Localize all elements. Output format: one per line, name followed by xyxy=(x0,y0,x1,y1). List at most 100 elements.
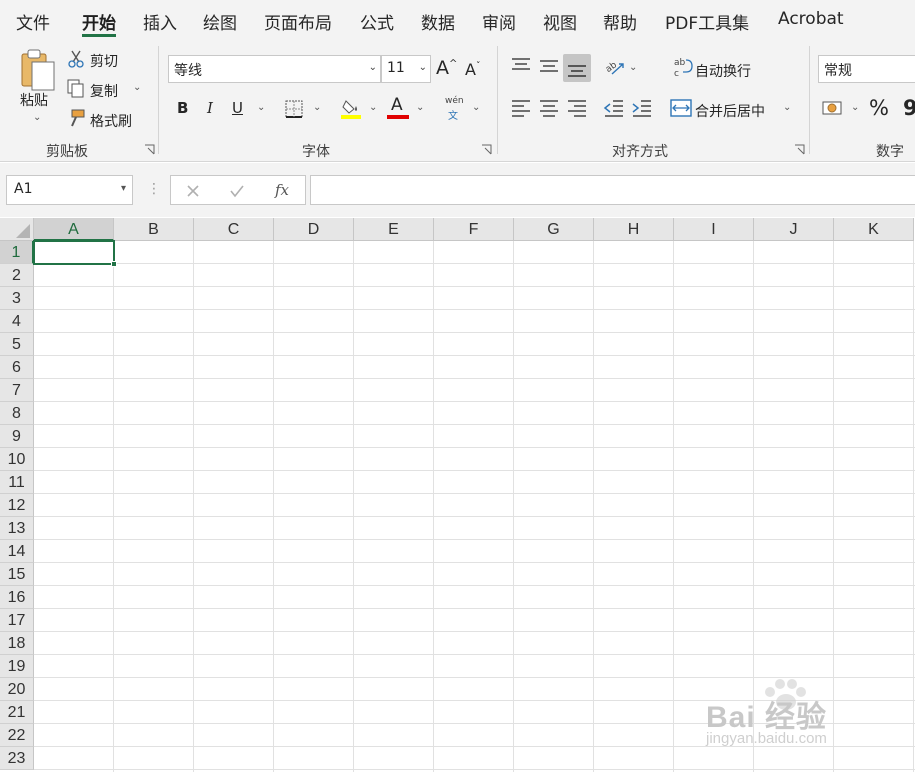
phonetic-chevron-down-icon[interactable]: ⌄ xyxy=(472,102,480,113)
underline-button[interactable]: U xyxy=(232,99,243,117)
row-header-12[interactable]: 12 xyxy=(0,494,34,517)
row-header-15[interactable]: 15 xyxy=(0,563,34,586)
row-header-9[interactable]: 9 xyxy=(0,425,34,448)
row-header-3[interactable]: 3 xyxy=(0,287,34,310)
paste-button[interactable] xyxy=(18,48,58,96)
increase-indent-icon[interactable] xyxy=(631,98,653,118)
tab-data[interactable]: 数据 xyxy=(421,9,455,34)
row-header-5[interactable]: 5 xyxy=(0,333,34,356)
font-color-button[interactable]: A xyxy=(391,95,403,115)
tab-acrobat[interactable]: Acrobat xyxy=(778,9,844,29)
column-header-g[interactable]: G xyxy=(514,218,594,241)
font-dialog-launcher-icon[interactable] xyxy=(481,144,492,155)
tab-file[interactable]: 文件 xyxy=(16,9,50,34)
column-header-c[interactable]: C xyxy=(194,218,274,241)
italic-button[interactable]: I xyxy=(207,99,213,117)
row-header-22[interactable]: 22 xyxy=(0,724,34,747)
tab-draw[interactable]: 绘图 xyxy=(203,9,237,34)
clipboard-dialog-launcher-icon[interactable] xyxy=(144,144,155,155)
row-header-17[interactable]: 17 xyxy=(0,609,34,632)
font-color-chevron-down-icon[interactable]: ⌄ xyxy=(416,102,424,113)
column-header-h[interactable]: H xyxy=(594,218,674,241)
paste-label[interactable]: 粘贴 xyxy=(20,90,48,110)
row-header-20[interactable]: 20 xyxy=(0,678,34,701)
middle-align-icon[interactable] xyxy=(538,56,560,76)
phonetic-guide-top[interactable]: wén xyxy=(445,96,464,106)
enter-check-icon[interactable] xyxy=(229,184,245,198)
phonetic-guide-bottom[interactable]: 文 xyxy=(448,107,458,122)
row-header-19[interactable]: 19 xyxy=(0,655,34,678)
row-header-6[interactable]: 6 xyxy=(0,356,34,379)
more-dots-icon[interactable]: ⋮ xyxy=(147,181,161,197)
align-right-icon[interactable] xyxy=(566,98,588,118)
fill-color-icon[interactable] xyxy=(340,96,362,120)
tab-formulas[interactable]: 公式 xyxy=(360,9,394,34)
tab-insert[interactable]: 插入 xyxy=(143,9,177,34)
wrap-text-button[interactable]: 自动换行 xyxy=(695,61,751,81)
copy-button[interactable]: 复制 xyxy=(90,81,118,101)
row-header-7[interactable]: 7 xyxy=(0,379,34,402)
row-header-14[interactable]: 14 xyxy=(0,540,34,563)
row-header-10[interactable]: 10 xyxy=(0,448,34,471)
column-header-k[interactable]: K xyxy=(834,218,914,241)
tab-help[interactable]: 帮助 xyxy=(603,9,637,34)
name-box[interactable]: A1 ▾ xyxy=(6,175,133,205)
accounting-chevron-down-icon[interactable]: ⌄ xyxy=(851,102,859,113)
wrap-text-icon[interactable]: ab c xyxy=(673,56,693,78)
paste-chevron-down-icon[interactable]: ⌄ xyxy=(33,112,41,123)
merge-chevron-down-icon[interactable]: ⌄ xyxy=(783,102,791,113)
top-align-icon[interactable] xyxy=(510,56,532,76)
row-header-18[interactable]: 18 xyxy=(0,632,34,655)
row-header-11[interactable]: 11 xyxy=(0,471,34,494)
number-format-combo[interactable]: 常规 xyxy=(818,55,915,83)
tab-home[interactable]: 开始 xyxy=(82,9,116,34)
accounting-format-icon[interactable] xyxy=(822,98,846,118)
cancel-icon[interactable] xyxy=(186,184,200,198)
borders-icon[interactable] xyxy=(284,99,304,119)
format-painter-button[interactable]: 格式刷 xyxy=(90,111,132,131)
align-left-icon[interactable] xyxy=(510,98,532,118)
bottom-align-button[interactable] xyxy=(563,54,591,82)
column-header-a[interactable]: A xyxy=(34,218,114,241)
column-header-j[interactable]: J xyxy=(754,218,834,241)
tab-pdf-tools[interactable]: PDF工具集 xyxy=(665,9,749,34)
cut-button[interactable]: 剪切 xyxy=(90,51,118,71)
align-center-icon[interactable] xyxy=(538,98,560,118)
row-header-13[interactable]: 13 xyxy=(0,517,34,540)
borders-chevron-down-icon[interactable]: ⌄ xyxy=(313,102,321,113)
font-name-combo[interactable]: 等线 ⌄ xyxy=(168,55,381,83)
decrease-indent-icon[interactable] xyxy=(603,98,625,118)
row-header-23[interactable]: 23 xyxy=(0,747,34,770)
fill-handle[interactable] xyxy=(111,261,117,267)
column-header-i[interactable]: I xyxy=(674,218,754,241)
orientation-chevron-down-icon[interactable]: ⌄ xyxy=(629,62,637,73)
column-header-d[interactable]: D xyxy=(274,218,354,241)
merge-center-button[interactable]: 合并后居中 xyxy=(695,101,765,121)
copy-chevron-down-icon[interactable]: ⌄ xyxy=(133,82,141,93)
row-header-1[interactable]: 1 xyxy=(0,241,34,264)
percent-button[interactable]: % xyxy=(869,96,889,120)
column-header-b[interactable]: B xyxy=(114,218,194,241)
increase-font-size-button[interactable]: A^ xyxy=(436,57,457,79)
insert-function-button[interactable]: fx xyxy=(275,181,289,199)
column-header-f[interactable]: F xyxy=(434,218,514,241)
row-header-21[interactable]: 21 xyxy=(0,701,34,724)
fill-color-chevron-down-icon[interactable]: ⌄ xyxy=(369,102,377,113)
merge-center-icon[interactable] xyxy=(670,98,692,118)
bold-button[interactable]: B xyxy=(177,99,188,117)
row-header-4[interactable]: 4 xyxy=(0,310,34,333)
formula-input[interactable] xyxy=(310,175,915,205)
decrease-font-size-button[interactable]: Aˇ xyxy=(465,60,480,79)
column-header-e[interactable]: E xyxy=(354,218,434,241)
tab-review[interactable]: 审阅 xyxy=(482,9,516,34)
row-header-16[interactable]: 16 xyxy=(0,586,34,609)
row-header-2[interactable]: 2 xyxy=(0,264,34,287)
active-cell[interactable] xyxy=(33,240,115,265)
comma-style-button[interactable]: 9 xyxy=(903,96,915,120)
tab-view[interactable]: 视图 xyxy=(543,9,577,34)
select-all-button[interactable] xyxy=(0,218,34,241)
row-header-8[interactable]: 8 xyxy=(0,402,34,425)
orientation-icon[interactable]: ab xyxy=(604,56,626,78)
font-size-combo[interactable]: 11 ⌄ xyxy=(381,55,431,83)
underline-chevron-down-icon[interactable]: ⌄ xyxy=(257,102,265,113)
